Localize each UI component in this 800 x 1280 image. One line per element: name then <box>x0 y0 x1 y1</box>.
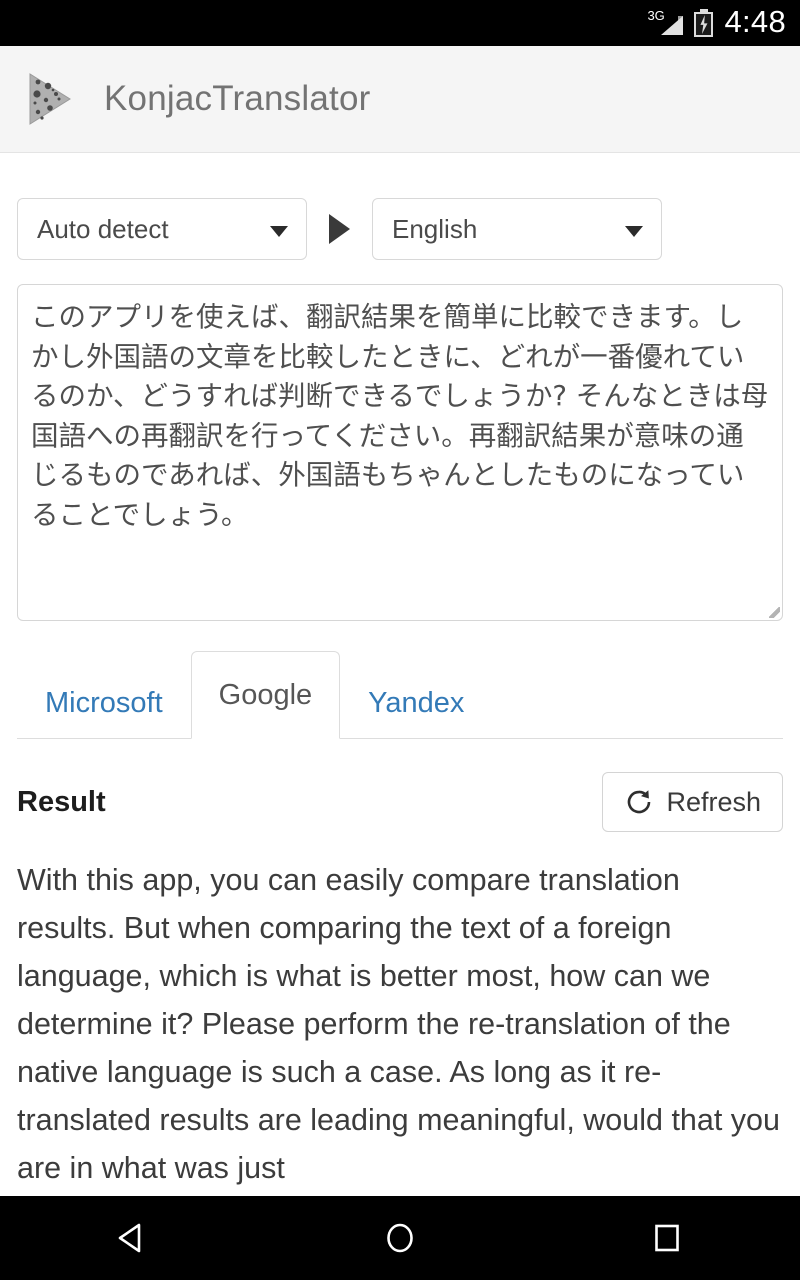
signal-triangle <box>661 16 684 35</box>
nav-back-button[interactable] <box>63 1196 203 1280</box>
chevron-down-icon <box>270 226 288 237</box>
target-language-select[interactable]: English <box>372 198 662 260</box>
action-bar: KonjacTranslator <box>0 46 800 153</box>
result-text: With this app, you can easily compare tr… <box>17 863 780 1185</box>
source-language-value: Auto detect <box>37 213 169 244</box>
back-triangle-icon <box>119 1223 141 1253</box>
source-language-select[interactable]: Auto detect <box>17 198 307 260</box>
arrow-right-triangle-icon <box>329 214 350 244</box>
chevron-down-icon <box>625 226 643 237</box>
resize-grip-icon[interactable] <box>764 602 780 618</box>
status-bar-clock: 4:48 <box>724 4 786 39</box>
result-title: Result <box>17 785 106 818</box>
language-selector-row: Auto detect English <box>0 154 800 260</box>
tab-microsoft-label: Microsoft <box>45 686 163 719</box>
battery-charging-icon <box>694 9 714 37</box>
android-navigation-bar <box>0 1196 800 1280</box>
app-title: KonjacTranslator <box>104 79 371 118</box>
main-content: Auto detect English このアプリを使えば、翻訳結果を簡単に比較… <box>0 154 800 1196</box>
recents-square-icon <box>654 1224 679 1252</box>
tab-yandex-label: Yandex <box>368 686 465 719</box>
nav-recents-button[interactable] <box>597 1196 737 1280</box>
status-bar-icons: 3G 4:48 <box>647 6 786 40</box>
home-circle-icon <box>387 1223 413 1253</box>
refresh-circular-arrow-icon <box>628 790 651 814</box>
source-text-input[interactable]: このアプリを使えば、翻訳結果を簡単に比較できます。しかし外国語の文章を比較したと… <box>17 284 783 621</box>
source-text-value: このアプリを使えば、翻訳結果を簡単に比較できます。しかし外国語の文章を比較したと… <box>31 301 769 531</box>
translator-tabs: Microsoft Google Yandex <box>0 651 800 739</box>
tab-yandex[interactable]: Yandex <box>340 667 492 739</box>
refresh-button-label: Refresh <box>666 786 761 817</box>
konjac-play-triangle-icon <box>26 72 72 126</box>
status-bar: 3G 4:48 <box>0 0 800 46</box>
target-language-value: English <box>392 213 478 244</box>
signal-bars-icon: 3G <box>647 8 684 38</box>
result-header: Result Refresh <box>0 739 800 832</box>
refresh-button[interactable]: Refresh <box>602 772 783 832</box>
tab-microsoft[interactable]: Microsoft <box>17 667 191 739</box>
tab-google-label: Google <box>218 678 313 711</box>
tab-google[interactable]: Google <box>190 651 341 739</box>
nav-home-button[interactable] <box>330 1196 470 1280</box>
